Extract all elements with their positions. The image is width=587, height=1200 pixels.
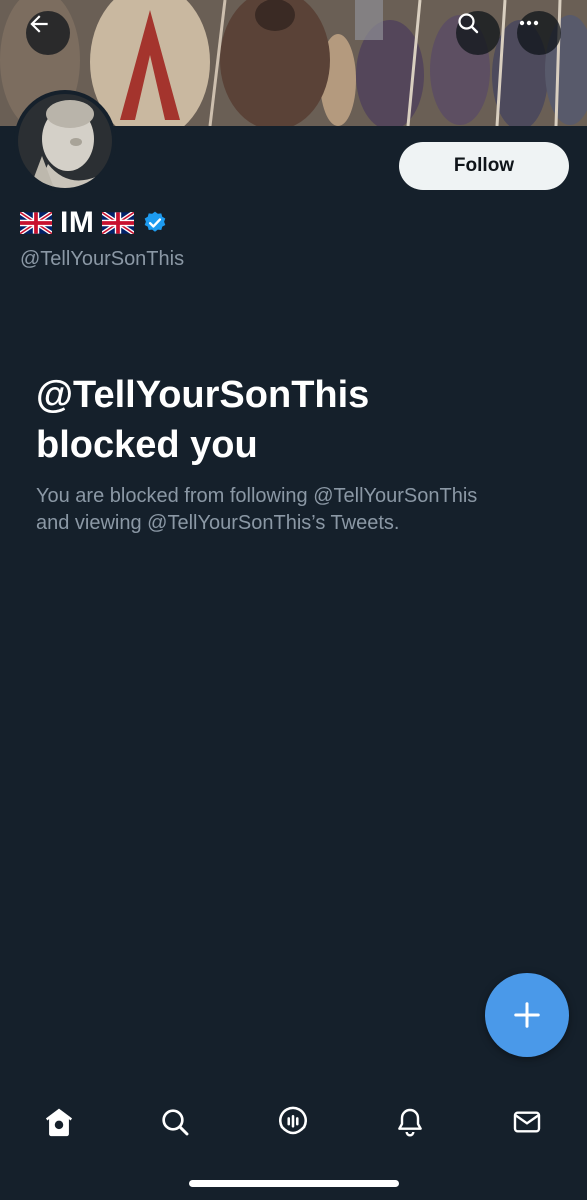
search-profile-button[interactable] xyxy=(456,11,500,55)
blocked-title-line1: @TellYourSonThis xyxy=(36,374,370,416)
search-icon xyxy=(458,13,479,34)
blocked-desc-line2: and viewing @TellYourSonThis’s Tweets. xyxy=(36,512,400,534)
blocked-title: @TellYourSonThis blocked you xyxy=(36,370,556,470)
blocked-description: You are blocked from following @TellYour… xyxy=(36,483,566,537)
blocked-desc-line1: You are blocked from following @TellYour… xyxy=(36,485,478,507)
uk-flag-icon xyxy=(20,212,52,234)
blocked-title-line2: blocked you xyxy=(36,424,258,466)
profile-name-row: IM xyxy=(20,203,168,243)
home-indicator[interactable] xyxy=(189,1180,399,1187)
verified-badge-icon xyxy=(145,211,166,232)
uk-flag-icon xyxy=(102,212,135,234)
mail-icon xyxy=(513,1111,541,1133)
tab-search[interactable] xyxy=(145,1090,205,1154)
display-name: IM xyxy=(60,206,95,239)
more-horizontal-icon xyxy=(519,20,539,26)
home-icon xyxy=(45,1108,73,1137)
search-icon xyxy=(162,1109,189,1136)
more-options-button[interactable] xyxy=(517,11,561,55)
tab-messages[interactable] xyxy=(497,1090,557,1154)
plus-icon xyxy=(514,1002,540,1028)
tab-spaces[interactable] xyxy=(263,1090,323,1154)
spaces-icon xyxy=(278,1106,308,1135)
avatar-image xyxy=(18,94,112,188)
follow-button[interactable]: Follow xyxy=(399,142,569,190)
arrow-left-icon xyxy=(30,15,48,33)
tab-notifications[interactable] xyxy=(380,1090,440,1154)
compose-button[interactable] xyxy=(485,973,569,1057)
bell-icon xyxy=(398,1108,422,1137)
back-button[interactable] xyxy=(26,11,70,55)
profile-page: Follow IM @TellYourSonThis @TellYourSonT… xyxy=(0,0,587,1200)
avatar[interactable] xyxy=(14,90,116,192)
tab-home[interactable] xyxy=(29,1090,89,1154)
profile-handle: @TellYourSonThis xyxy=(20,248,185,270)
